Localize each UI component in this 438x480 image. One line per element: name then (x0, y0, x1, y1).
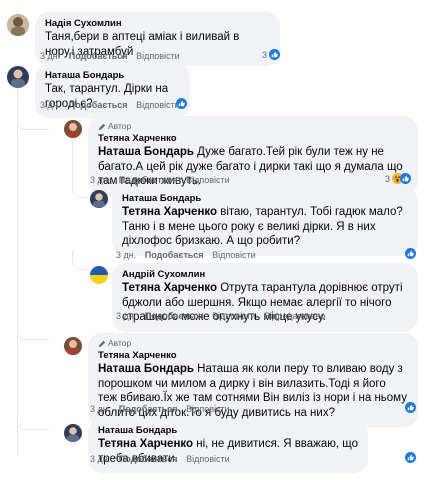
comment-time[interactable]: 3 дн. (90, 175, 110, 185)
mention[interactable]: Тетяна Харченко (98, 438, 193, 450)
comment-time[interactable]: 3 дн. (116, 311, 136, 321)
reply-button[interactable]: Відповісти (186, 454, 230, 464)
comment-bubble: Наташа Бондарь Тетяна Харченко вітаю, та… (112, 187, 418, 256)
comment-time[interactable]: 3 дн. (90, 404, 110, 414)
edited-label: Відредаговано (264, 311, 326, 321)
thread-curve (17, 400, 49, 430)
author-badge: Автор (98, 121, 408, 132)
comment-author[interactable]: Тетяна Харченко (98, 349, 408, 362)
comment-actions: 3 дн. Подобається Відповісти (90, 453, 236, 465)
like-button[interactable]: Подобається (69, 51, 128, 61)
like-reaction-icon (400, 173, 412, 184)
mention[interactable]: Тетяна Харченко (122, 206, 217, 218)
pencil-icon (98, 340, 106, 347)
thread-curve (72, 250, 88, 270)
like-reaction-icon (405, 402, 416, 413)
comment-actions: 3 дн. Подобається Відповісти (90, 174, 236, 186)
comment-time[interactable]: 3 дн. (90, 454, 110, 464)
reply-button[interactable]: Відповісти (136, 100, 180, 110)
like-button[interactable]: Подобається (145, 250, 204, 260)
like-button[interactable]: Подобається (119, 404, 178, 414)
avatar[interactable] (64, 120, 82, 138)
thread-curve (17, 310, 49, 340)
comment-author[interactable]: Андрій Сухомлин (122, 268, 408, 281)
mention[interactable]: Тетяна Харченко (122, 282, 217, 294)
like-reaction-icon (405, 248, 416, 259)
avatar[interactable] (90, 190, 108, 208)
reply-button[interactable]: Відповісти (136, 51, 180, 61)
reaction-icon[interactable] (405, 248, 416, 259)
avatar[interactable] (90, 266, 108, 284)
like-reaction-icon (269, 49, 281, 60)
avatar[interactable] (64, 424, 82, 442)
mention[interactable]: Наташа Бондарь (98, 146, 194, 158)
avatar[interactable] (7, 14, 29, 36)
comment-author[interactable]: Наташа Бондарь (45, 69, 180, 82)
reply-button[interactable]: Відповісти (186, 175, 230, 185)
comment-author[interactable]: Наташа Бондарь (122, 192, 408, 205)
reply-button[interactable]: Відповісти (212, 311, 256, 321)
like-button[interactable]: Подобається (145, 311, 204, 321)
comment-time[interactable]: 3 дн. (116, 250, 136, 260)
reply-button[interactable]: Відповісти (186, 404, 230, 414)
avatar[interactable] (7, 66, 29, 88)
like-reaction-icon (405, 452, 416, 463)
comment-time[interactable]: 3 дн. (40, 100, 60, 110)
like-button[interactable]: Подобається (69, 100, 128, 110)
comment-text: Тетяна Харченко вітаю, тарантул. Тобі га… (122, 206, 403, 247)
like-reaction-icon (176, 98, 187, 109)
mention[interactable]: Наташа Бондарь (98, 363, 194, 375)
comment-actions: 3 дн. Подобається Відповісти Відредагова… (116, 310, 331, 322)
author-badge: Автор (98, 338, 408, 349)
reaction-count[interactable]: 3 (385, 173, 412, 184)
reaction-icon[interactable] (176, 98, 187, 109)
like-button[interactable]: Подобається (119, 175, 178, 185)
like-button[interactable]: Подобається (119, 454, 178, 464)
comment-actions: 3 дн. Подобається Відповісти (116, 249, 262, 261)
pencil-icon (98, 123, 106, 130)
thread-curve (72, 180, 88, 198)
comment-author[interactable]: Наташа Бондарь (98, 424, 358, 437)
comment-actions: 3 дн. Подобається Відповісти (90, 403, 236, 415)
reply-button[interactable]: Відповісти (212, 250, 256, 260)
reaction-count[interactable]: 3 (262, 49, 281, 60)
comment-actions: 3 дн. Подобається Відповісти (40, 99, 186, 111)
comment-author[interactable]: Тетяна Харченко (98, 132, 408, 145)
reaction-icon[interactable] (405, 452, 416, 463)
reaction-icon[interactable] (405, 402, 416, 413)
comment-time[interactable]: 3 дн. (40, 51, 60, 61)
avatar[interactable] (64, 337, 82, 355)
comment-actions: 3 дн. Подобається Відповісти (40, 50, 186, 62)
thread-line (72, 140, 73, 182)
comment-author[interactable]: Надія Сухомлин (45, 17, 270, 30)
